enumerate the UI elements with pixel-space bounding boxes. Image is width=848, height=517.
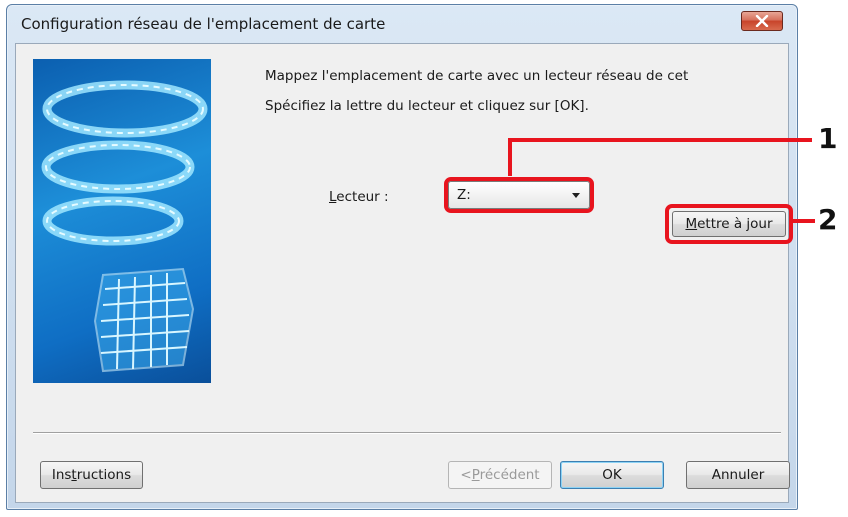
ok-button[interactable]: OK xyxy=(560,461,664,489)
update-button-label: ettre à jour xyxy=(697,216,773,232)
dialog-body: Mappez l'emplacement de carte avec un le… xyxy=(15,43,793,503)
instructions-label-rest: ructions xyxy=(76,467,132,483)
instructions-button[interactable]: Instructions xyxy=(40,461,143,489)
previous-label-pre: < xyxy=(460,467,472,483)
title-bar[interactable]: Configuration réseau de l'emplacement de… xyxy=(7,5,797,43)
update-button-accesskey: M xyxy=(685,216,698,232)
previous-label-rest: récédent xyxy=(479,467,540,483)
previous-accesskey: P xyxy=(471,467,480,483)
close-icon xyxy=(755,15,769,27)
chevron-down-icon xyxy=(572,193,580,198)
message-line-1: Mappez l'emplacement de carte avec un le… xyxy=(265,68,689,84)
window-title: Configuration réseau de l'emplacement de… xyxy=(21,15,386,33)
drive-select[interactable]: Z: xyxy=(448,181,590,209)
callout-line-2 xyxy=(791,219,815,223)
update-button[interactable]: Mettre à jour xyxy=(672,211,786,237)
callout-number-1: 1 xyxy=(818,122,838,155)
separator xyxy=(33,432,781,434)
cancel-button[interactable]: Annuler xyxy=(686,461,790,489)
instructions-label-pre: Ins xyxy=(51,467,72,483)
callout-line-1-vertical xyxy=(508,138,512,176)
drive-label: Lecteur : xyxy=(329,189,389,205)
drive-select-value: Z: xyxy=(457,187,471,203)
previous-button[interactable]: <Précédent xyxy=(448,461,552,489)
callout-line-1-horizontal xyxy=(508,138,812,142)
callout-number-2: 2 xyxy=(818,203,838,236)
drive-label-text: ecteur : xyxy=(336,189,389,205)
close-button[interactable] xyxy=(741,11,783,31)
printer-illustration xyxy=(33,59,211,383)
dialog-window: Configuration réseau de l'emplacement de… xyxy=(6,4,798,510)
message-line-2: Spécifiez la lettre du lecteur et clique… xyxy=(265,98,589,114)
